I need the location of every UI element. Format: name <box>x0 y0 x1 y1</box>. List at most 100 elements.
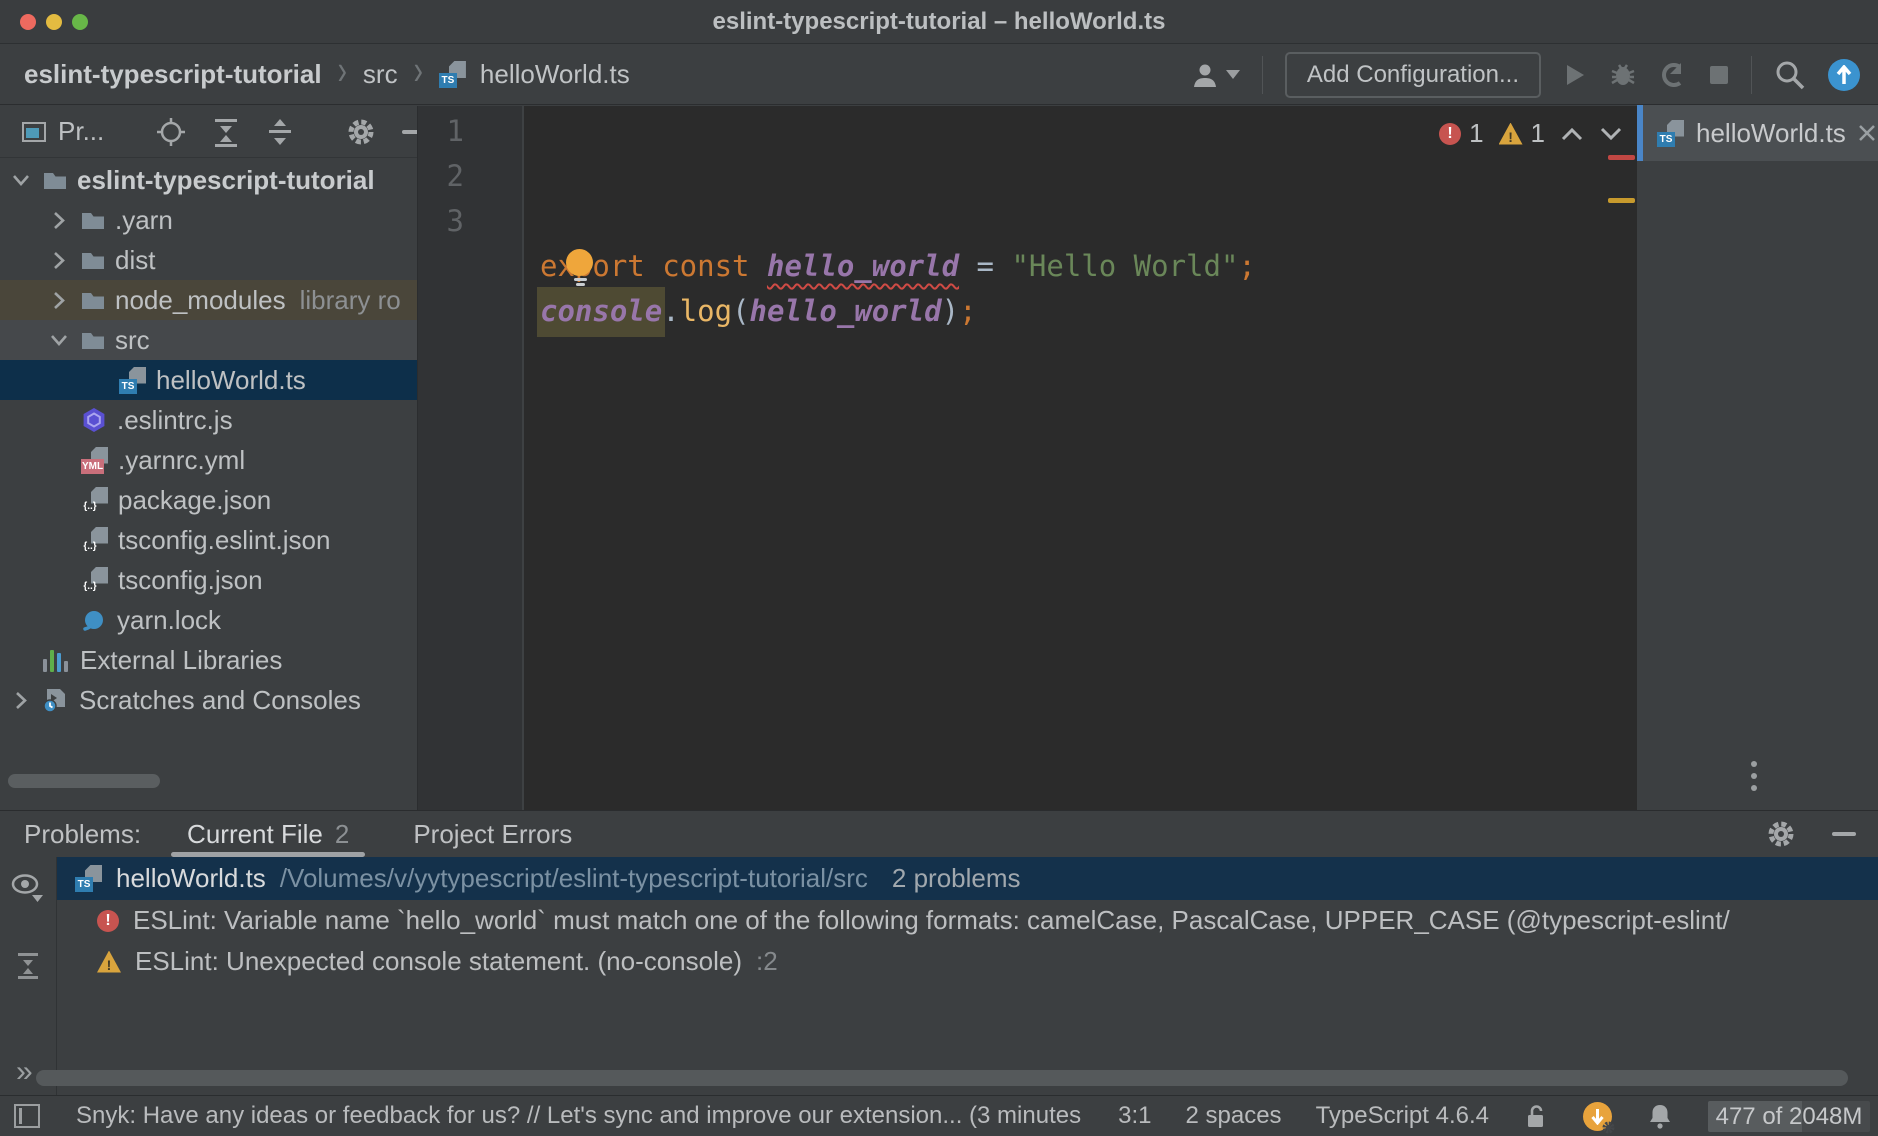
tab-label: helloWorld.ts <box>1696 118 1846 149</box>
line-number: 2 <box>418 154 464 199</box>
warning-count[interactable]: ! 1 <box>1499 118 1545 149</box>
folder-icon <box>81 290 105 310</box>
hide-problems-button[interactable] <box>1832 832 1856 836</box>
folder-icon <box>81 250 105 270</box>
expand-all-button[interactable] <box>212 117 240 147</box>
problem-row-error[interactable]: !ESLint: Variable name `hello_world` mus… <box>57 900 1878 941</box>
status-bar: Snyk: Have any ideas or feedback for us?… <box>0 1095 1878 1136</box>
tree-item-yarnrc-yml[interactable]: YML.yarnrc.yml <box>0 440 417 480</box>
caret-position[interactable]: 3:1 <box>1118 1102 1151 1130</box>
tree-item-external-libraries[interactable]: External Libraries <box>0 640 417 680</box>
tree-item-eslintrc-js[interactable]: .eslintrc.js <box>0 400 417 440</box>
next-problem-button[interactable] <box>1599 127 1623 141</box>
error-icon: ! <box>1439 123 1461 145</box>
problems-file-row[interactable]: TS helloWorld.ts /Volumes/v/yytypescript… <box>57 857 1878 900</box>
folder-icon <box>81 210 105 230</box>
locate-file-button[interactable] <box>156 117 186 147</box>
error-count[interactable]: ! 1 <box>1439 118 1483 149</box>
stop-icon <box>1709 65 1729 85</box>
gear-icon <box>346 117 376 147</box>
snyk-scan-icon[interactable] <box>1583 1102 1612 1131</box>
toolbar-divider <box>1751 56 1752 94</box>
tab-current-file[interactable]: Current File2 <box>187 811 349 857</box>
problem-row-warning[interactable]: !ESLint: Unexpected console statement. (… <box>57 941 1878 982</box>
bug-icon <box>1609 61 1637 89</box>
breadcrumb-helloworld-ts[interactable]: helloWorld.ts <box>480 59 630 90</box>
intention-bulb-icon[interactable] <box>566 159 594 195</box>
previous-problem-button[interactable] <box>1560 127 1584 141</box>
editor-tab-helloworld[interactable]: TS helloWorld.ts <box>1643 105 1878 161</box>
user-account-button[interactable] <box>1190 61 1240 89</box>
project-settings-button[interactable] <box>346 117 376 147</box>
code-line[interactable]: console.log(hello_world); <box>540 289 1637 334</box>
indentation-setting[interactable]: 2 spaces <box>1186 1102 1282 1130</box>
notifications-button[interactable] <box>1646 1102 1674 1130</box>
error-stripe-mark[interactable] <box>1608 155 1635 160</box>
update-available-button[interactable] <box>1828 59 1860 91</box>
bell-icon <box>1646 1102 1674 1130</box>
collapse-tree-button[interactable] <box>15 951 41 981</box>
project-horizontal-scrollbar[interactable] <box>8 774 160 788</box>
tree-item-package-json[interactable]: {..}package.json <box>0 480 417 520</box>
hide-panel-button[interactable] <box>402 130 418 134</box>
code-line[interactable]: export const hello_world = "Hello World"… <box>540 244 1637 289</box>
tree-item-tsconfig-eslint-json[interactable]: {..}tsconfig.eslint.json <box>0 520 417 560</box>
eslint-icon <box>81 407 107 433</box>
tool-window-switcher-icon[interactable] <box>14 1104 40 1128</box>
code-token: hello_world <box>750 294 942 328</box>
chevron-right-icon[interactable] <box>9 689 43 711</box>
tree-item-yarn[interactable]: .yarn <box>0 200 417 240</box>
tree-item-dist[interactable]: dist <box>0 240 417 280</box>
problems-label: Problems: <box>24 819 141 850</box>
folder-icon <box>81 330 105 350</box>
more-options-button[interactable] <box>1751 761 1757 797</box>
inspections-widget[interactable]: ! 1 ! 1 <box>1439 118 1623 149</box>
collapse-all-icon <box>266 117 294 147</box>
add-configuration-button[interactable]: Add Configuration... <box>1285 52 1541 98</box>
status-message[interactable]: Snyk: Have any ideas or feedback for us?… <box>76 1102 1086 1130</box>
search-everywhere-button[interactable] <box>1774 59 1806 91</box>
run-with-coverage-button[interactable] <box>1659 61 1687 89</box>
lock-button[interactable] <box>1523 1103 1549 1129</box>
tree-item-scratches-and-consoles[interactable]: Scratches and Consoles <box>0 680 417 720</box>
yaml-file-icon: YML <box>81 447 108 474</box>
warning-icon: ! <box>1499 123 1523 145</box>
tree-item-helloworld-ts[interactable]: TShelloWorld.ts <box>0 360 417 400</box>
tree-item-node-modules[interactable]: node_moduleslibrary ro <box>0 280 417 320</box>
tree-item-eslint-typescript-tutorial[interactable]: eslint-typescript-tutorial <box>0 160 417 200</box>
window-title: eslint-typescript-tutorial – helloWorld.… <box>0 8 1878 36</box>
chevron-down-icon[interactable] <box>9 169 43 191</box>
problems-horizontal-scrollbar[interactable] <box>36 1070 1848 1086</box>
coverage-icon <box>1659 61 1687 89</box>
chevron-down-icon[interactable] <box>47 329 81 351</box>
tree-item-yarn-lock[interactable]: yarn.lock <box>0 600 417 640</box>
run-button[interactable] <box>1563 62 1587 88</box>
code-token: . <box>662 294 679 328</box>
editor[interactable]: 123 export const hello_world = "Hello Wo… <box>418 106 1637 810</box>
project-view-selector[interactable]: Pr... <box>22 116 130 147</box>
chevron-right-icon[interactable] <box>47 249 81 271</box>
debug-button[interactable] <box>1609 61 1637 89</box>
line-number: 3 <box>418 199 464 244</box>
stop-button[interactable] <box>1709 65 1729 85</box>
code-token: hello_world <box>767 249 959 283</box>
expand-more-icon[interactable]: » <box>16 1057 33 1087</box>
close-tab-button[interactable] <box>1858 124 1876 142</box>
chevron-right-icon[interactable] <box>47 289 81 311</box>
code-area[interactable]: export const hello_world = "Hello World"… <box>526 106 1637 810</box>
code-token: ; <box>959 294 976 328</box>
view-options-button[interactable] <box>11 873 45 903</box>
warning-stripe-mark[interactable] <box>1608 198 1635 203</box>
tree-item-tsconfig-json[interactable]: {..}tsconfig.json <box>0 560 417 600</box>
typescript-version[interactable]: TypeScript 4.6.4 <box>1316 1102 1489 1130</box>
memory-indicator[interactable]: 477 of 2048M <box>1708 1101 1870 1132</box>
collapse-all-button[interactable] <box>266 117 294 147</box>
yarn-lock-icon <box>81 608 107 632</box>
problems-settings-button[interactable] <box>1766 819 1796 849</box>
tab-project-errors[interactable]: Project Errors <box>413 811 572 857</box>
project-panel-header: Pr... <box>0 106 417 158</box>
breadcrumb-src[interactable]: src <box>363 59 398 90</box>
breadcrumb-eslint-typescript-tutorial[interactable]: eslint-typescript-tutorial <box>24 59 322 90</box>
tree-item-src[interactable]: src <box>0 320 417 360</box>
chevron-right-icon[interactable] <box>47 209 81 231</box>
